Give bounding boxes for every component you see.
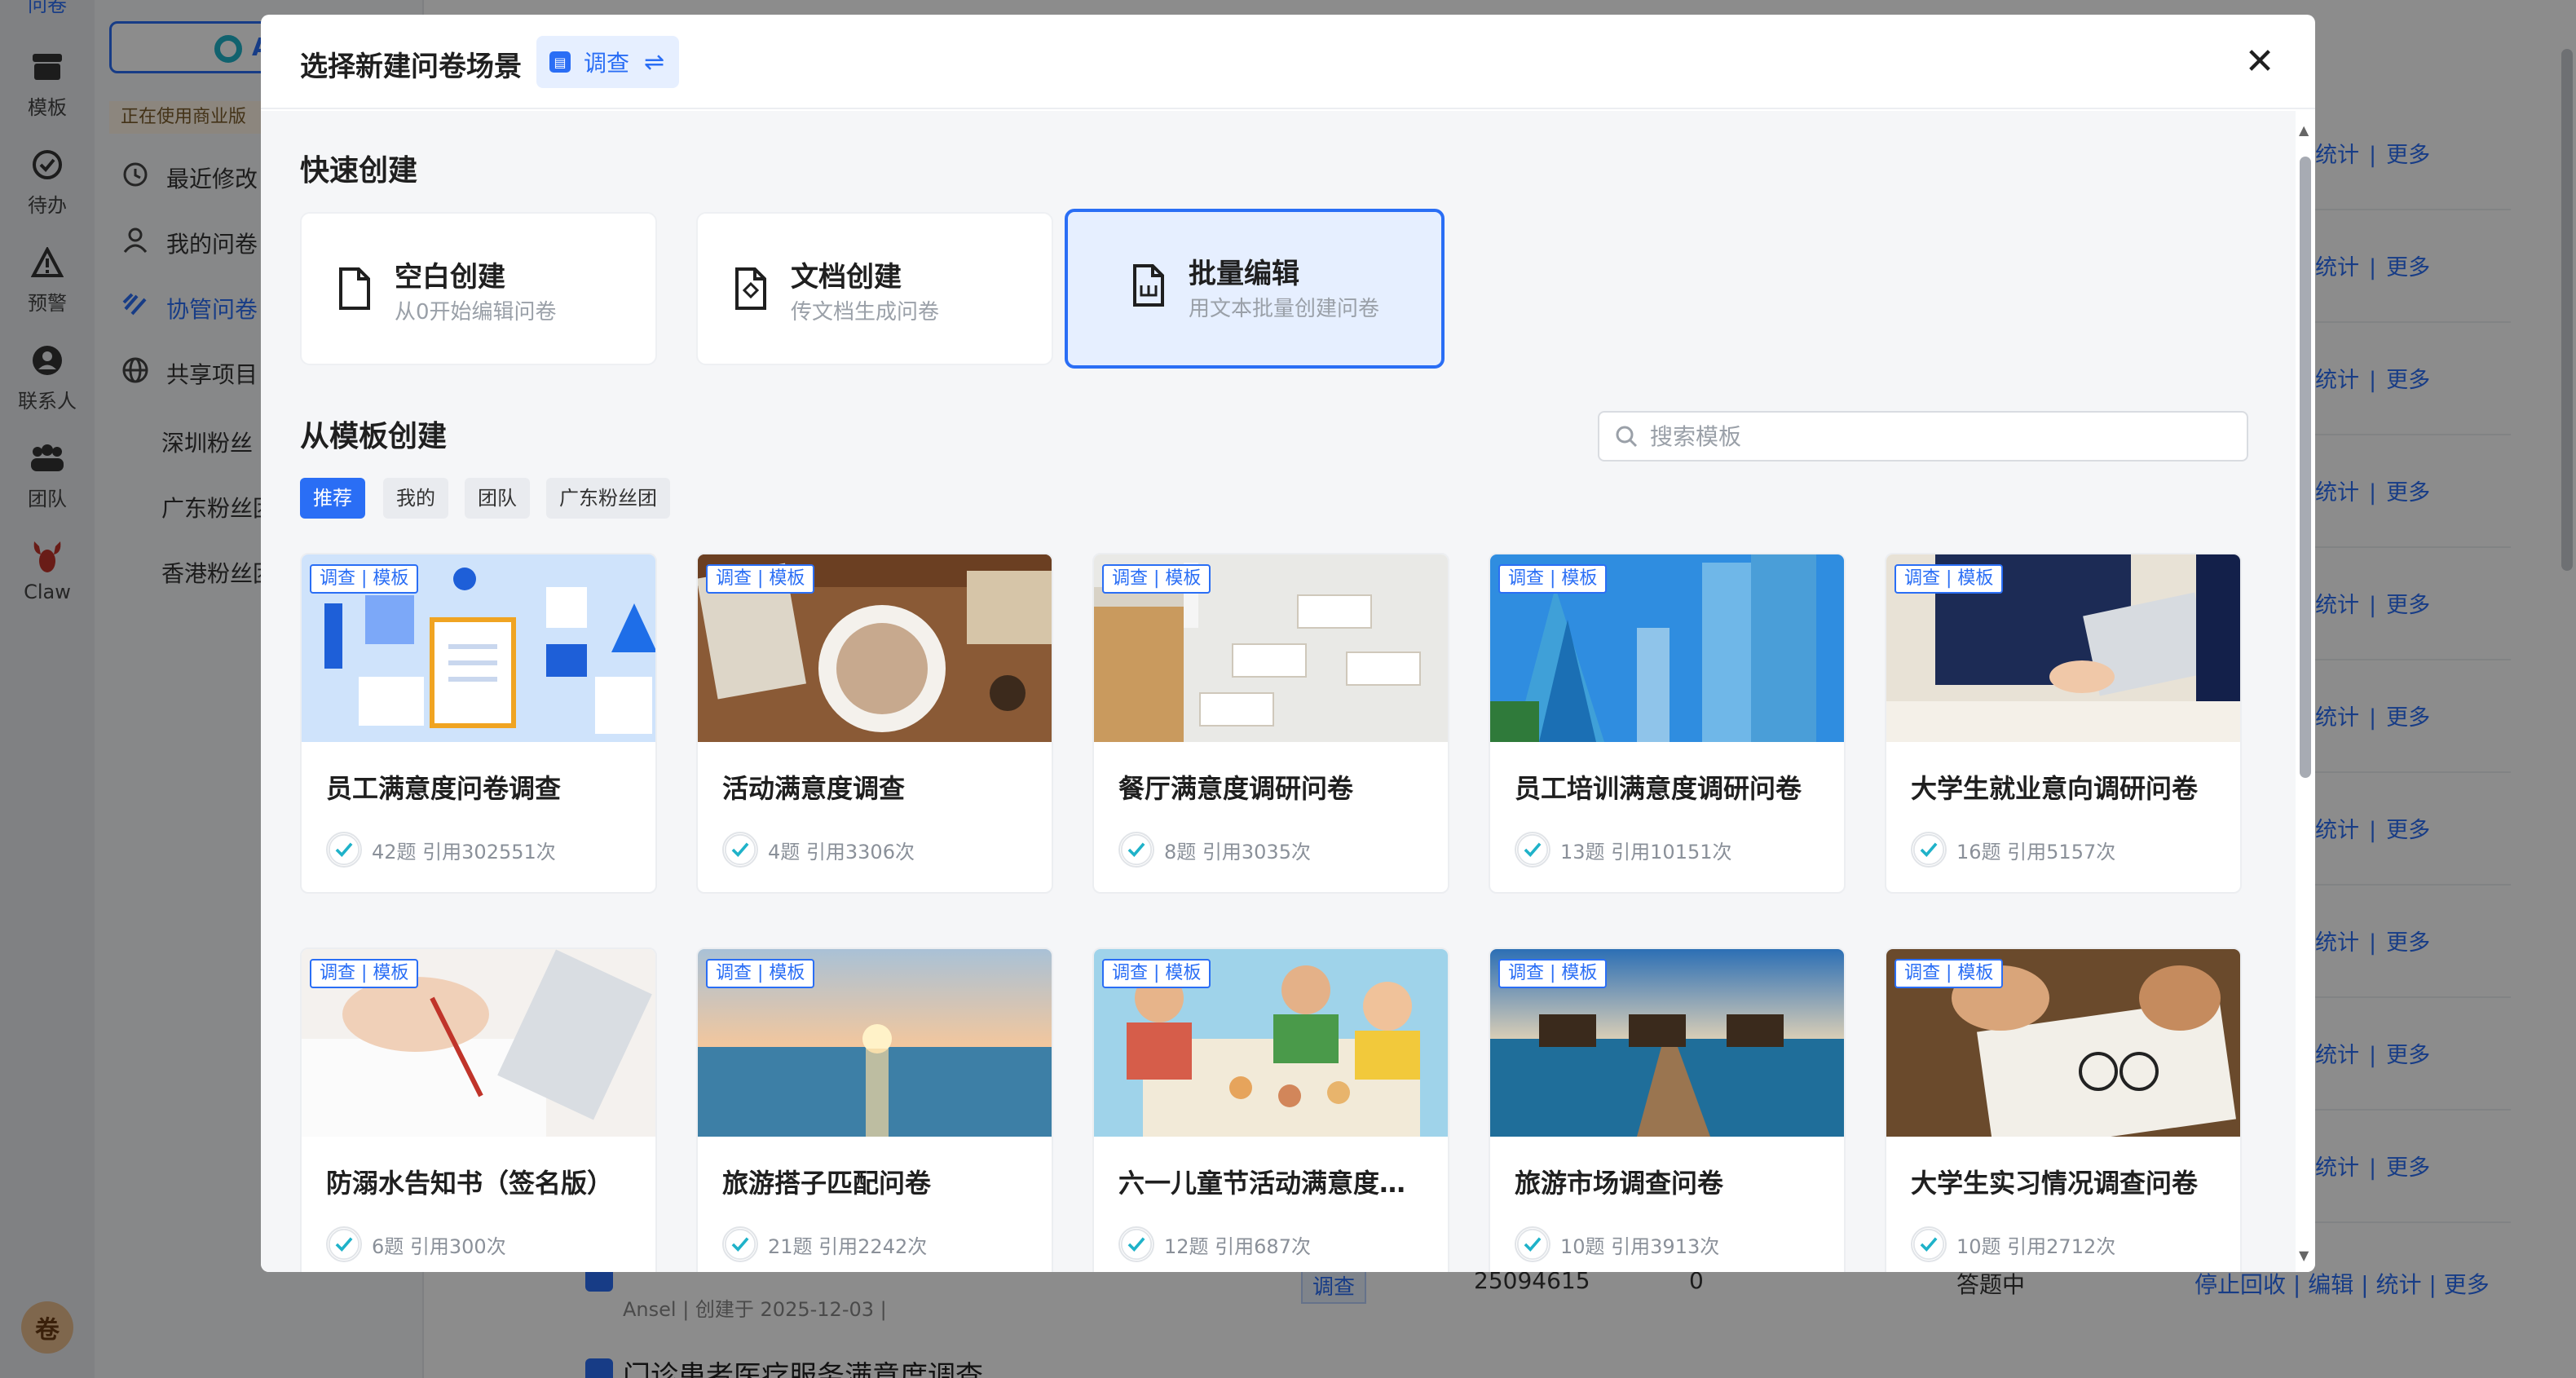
card-desc: 传文档生成问卷 <box>791 300 940 325</box>
template-name: 员工满意度问卷调查 <box>326 773 562 804</box>
new-survey-modal: 选择新建问卷场景 ▤ 调查 ⇌ ✕ 快速创建 空白创建 从0开始编辑问卷 文档创… <box>261 15 2315 1272</box>
template-stats-text: 8题 引用3035次 <box>1164 840 1311 863</box>
template-badge: 调查 | 模板 <box>310 959 419 988</box>
verified-icon <box>722 1226 758 1262</box>
template-stats: 12题 引用687次 <box>1118 1226 1311 1262</box>
template-name: 旅游搭子匹配问卷 <box>722 1168 932 1199</box>
verified-icon <box>326 1226 362 1262</box>
template-badge: 调查 | 模板 <box>706 959 815 988</box>
template-badge: 调查 | 模板 <box>1895 564 2004 594</box>
template-stats-text: 16题 引用5157次 <box>1956 840 2116 863</box>
template-name: 活动满意度调查 <box>722 773 906 804</box>
verified-icon <box>1118 1226 1154 1262</box>
card-title: 批量编辑 <box>1189 258 1299 290</box>
survey-icon: ▤ <box>549 51 571 73</box>
template-badge: 调查 | 模板 <box>310 564 419 594</box>
tab-guangdong-fans[interactable]: 广东粉丝团 <box>546 478 670 519</box>
template-card[interactable]: 调查 | 模板 六一儿童节活动满意度… 12题 引用687次 <box>1092 947 1449 1272</box>
search-icon <box>1616 426 1638 448</box>
verified-icon <box>1911 832 1947 868</box>
template-card[interactable]: 调查 | 模板 活动满意度调查 4题 引用3306次 <box>696 553 1053 894</box>
verified-icon <box>1515 1226 1550 1262</box>
template-stats: 10题 引用2712次 <box>1911 1226 2115 1262</box>
verified-icon <box>722 832 758 868</box>
scroll-down-icon[interactable]: ▼ <box>2299 1248 2309 1263</box>
card-desc: 从0开始编辑问卷 <box>395 300 557 325</box>
card-desc: 用文本批量创建问卷 <box>1189 297 1380 321</box>
template-stats: 13题 引用10151次 <box>1515 832 1732 868</box>
scroll-up-icon[interactable]: ▲ <box>2299 122 2309 138</box>
template-card[interactable]: 调查 | 模板 旅游搭子匹配问卷 21题 引用2242次 <box>696 947 1053 1272</box>
verified-icon <box>1911 1226 1947 1262</box>
template-card[interactable]: 调查 | 模板 员工满意度问卷调查 42题 引用302551次 <box>300 553 657 894</box>
template-stats: 8题 引用3035次 <box>1118 832 1311 868</box>
template-stats-text: 10题 引用2712次 <box>1956 1234 2116 1258</box>
scrollbar-thumb[interactable] <box>2300 157 2311 778</box>
template-stats: 21题 引用2242次 <box>722 1226 927 1262</box>
template-card[interactable]: 调查 | 模板 餐厅满意度调研问卷 8题 引用3035次 <box>1092 553 1449 894</box>
scene-label: 调查 <box>584 50 630 77</box>
tab-recommend[interactable]: 推荐 <box>300 478 365 519</box>
template-stats: 6题 引用300次 <box>326 1226 506 1262</box>
quick-create-title: 快速创建 <box>300 154 418 188</box>
template-badge: 调查 | 模板 <box>1498 959 1608 988</box>
doc-import-icon <box>735 267 766 310</box>
modal-header: 选择新建问卷场景 ▤ 调查 ⇌ ✕ <box>261 15 2315 109</box>
template-card[interactable]: 调查 | 模板 员工培训满意度调研问卷 13题 引用10151次 <box>1489 553 1846 894</box>
template-name: 大学生实习情况调查问卷 <box>1911 1168 2199 1199</box>
template-card[interactable]: 调查 | 模板 防溺水告知书（签名版） 6题 引用300次 <box>300 947 657 1272</box>
template-stats-text: 6题 引用300次 <box>372 1234 506 1258</box>
template-badge: 调查 | 模板 <box>1895 959 2004 988</box>
template-badge: 调查 | 模板 <box>706 564 815 594</box>
tab-mine[interactable]: 我的 <box>383 478 448 519</box>
template-stats-text: 42题 引用302551次 <box>372 840 556 863</box>
template-name: 大学生就业意向调研问卷 <box>1911 773 2199 804</box>
verified-icon <box>1118 832 1154 868</box>
scene-switch-button[interactable]: ▤ 调查 ⇌ <box>536 36 680 88</box>
template-stats-text: 21题 引用2242次 <box>768 1234 928 1258</box>
doc-create-card[interactable]: 文档创建 传文档生成问卷 <box>696 212 1053 365</box>
template-name: 餐厅满意度调研问卷 <box>1118 773 1354 804</box>
template-stats-text: 12题 引用687次 <box>1164 1234 1311 1258</box>
batch-edit-card[interactable]: 批量编辑 用文本批量创建问卷 <box>1065 209 1445 369</box>
modal-title: 选择新建问卷场景 <box>300 51 522 83</box>
template-stats: 16题 引用5157次 <box>1911 832 2115 868</box>
template-stats: 10题 引用3913次 <box>1515 1226 1719 1262</box>
template-name: 员工培训满意度调研问卷 <box>1515 773 1802 804</box>
template-badge: 调查 | 模板 <box>1102 564 1211 594</box>
verified-icon <box>326 832 362 868</box>
template-name: 六一儿童节活动满意度… <box>1118 1168 1406 1199</box>
tab-team[interactable]: 团队 <box>465 478 530 519</box>
template-name: 防溺水告知书（签名版） <box>326 1168 614 1199</box>
template-search[interactable] <box>1598 411 2248 462</box>
search-input[interactable] <box>1650 419 2221 453</box>
template-stats-text: 10题 引用3913次 <box>1560 1234 1720 1258</box>
template-create-title: 从模板创建 <box>300 420 448 453</box>
card-title: 文档创建 <box>791 261 902 294</box>
template-badge: 调查 | 模板 <box>1498 564 1608 594</box>
blank-create-card[interactable]: 空白创建 从0开始编辑问卷 <box>300 212 657 365</box>
close-icon[interactable]: ✕ <box>2237 39 2283 85</box>
verified-icon <box>1515 832 1550 868</box>
template-stats: 42题 引用302551次 <box>326 832 556 868</box>
template-stats-text: 13题 引用10151次 <box>1560 840 1732 863</box>
modal-scrollbar[interactable]: ▲ ▼ <box>2296 111 2315 1272</box>
swap-icon: ⇌ <box>644 47 665 77</box>
template-stats: 4题 引用3306次 <box>722 832 915 868</box>
template-card[interactable]: 调查 | 模板 大学生就业意向调研问卷 16题 引用5157次 <box>1885 553 2242 894</box>
template-card[interactable]: 调查 | 模板 大学生实习情况调查问卷 10题 引用2712次 <box>1885 947 2242 1272</box>
template-badge: 调查 | 模板 <box>1102 959 1211 988</box>
template-card[interactable]: 调查 | 模板 旅游市场调查问卷 10题 引用3913次 <box>1489 947 1846 1272</box>
modal-body: 快速创建 空白创建 从0开始编辑问卷 文档创建 传文档生成问卷 批量编辑 用文本… <box>261 111 2296 1272</box>
template-name: 旅游市场调查问卷 <box>1515 1168 1724 1199</box>
batch-edit-icon <box>1133 264 1164 307</box>
blank-file-icon <box>339 267 370 310</box>
card-title: 空白创建 <box>395 261 505 294</box>
template-stats-text: 4题 引用3306次 <box>768 840 915 863</box>
